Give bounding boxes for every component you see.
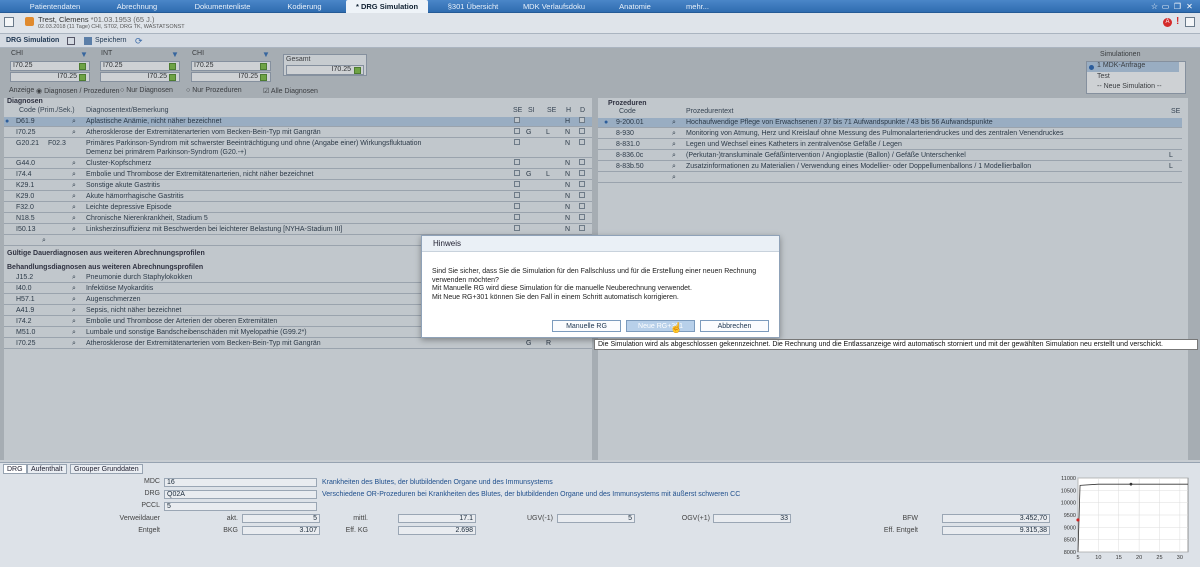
x-tick-label: 10 xyxy=(1095,555,1101,561)
tab-grouper-grunddaten[interactable]: Grouper Grunddaten xyxy=(70,464,143,474)
mdc-field: 16 xyxy=(164,478,317,487)
akt-field: 5 xyxy=(242,514,320,523)
bkg-field: 3.107 xyxy=(242,526,320,535)
drg-text: Verschiedene OR-Prozeduren bei Krankheit… xyxy=(322,491,741,498)
tab-abrechnung[interactable]: Abrechnung xyxy=(102,0,172,13)
close-icon[interactable]: ✕ xyxy=(1185,2,1194,11)
tab-patientendaten[interactable]: Patientendaten xyxy=(20,0,90,13)
mdc-text: Krankheiten des Blutes, der blutbildende… xyxy=(322,479,553,486)
akt-label: akt. xyxy=(226,515,238,522)
save-button[interactable]: Speichern xyxy=(95,37,127,44)
mittl-label: mittl. xyxy=(353,515,368,522)
y-tick-label: 8000 xyxy=(1064,550,1076,556)
tab-mdk-verlaufsdoku[interactable]: MDK Verlaufsdoku xyxy=(514,0,594,13)
ogv-field: 33 xyxy=(713,514,791,523)
entgelt-label: Entgelt xyxy=(138,527,160,534)
tab-301-uebersicht[interactable]: §301 Übersicht xyxy=(438,0,508,13)
x-tick-label: 25 xyxy=(1156,555,1162,561)
drg-label: DRG xyxy=(144,490,160,497)
pccl-label: PCCL xyxy=(141,502,160,509)
restore-icon[interactable]: ❐ xyxy=(1173,2,1182,11)
tab-mehr[interactable]: mehr... xyxy=(675,0,720,13)
eff-entgelt-label: Eff. Entgelt xyxy=(883,527,918,534)
current-marker xyxy=(1076,518,1080,522)
tab-aufenthalt[interactable]: Aufenthalt xyxy=(27,464,67,474)
eff-entgelt-field: 9.315,38 xyxy=(942,526,1050,535)
x-tick-label: 5 xyxy=(1076,555,1079,561)
y-tick-label: 9500 xyxy=(1064,513,1076,519)
mean-marker xyxy=(1129,482,1133,486)
save-icon[interactable] xyxy=(84,37,92,45)
x-tick-label: 30 xyxy=(1177,555,1183,561)
tab-anatomie[interactable]: Anatomie xyxy=(605,0,665,13)
tab-dokumentenliste[interactable]: Dokumentenliste xyxy=(185,0,260,13)
simulation-toolbar: DRG Simulation Speichern ⟳ xyxy=(0,34,1200,48)
tab-drg-simulation[interactable]: * DRG Simulation xyxy=(346,0,428,13)
mittl-field: 17.1 xyxy=(398,514,476,523)
y-tick-label: 11000 xyxy=(1061,476,1076,482)
patient-name: Trest, Clemens *01.03.1953 (65 J.) xyxy=(38,15,155,24)
drg-field: Q02A xyxy=(164,490,317,499)
refresh-icon[interactable]: ⟳ xyxy=(135,36,143,47)
patient-icon xyxy=(25,17,34,26)
effkg-label: Eff. KG xyxy=(345,527,368,534)
y-tick-label: 10000 xyxy=(1061,501,1076,507)
hinweis-dialog: Hinweis Sind Sie sicher, dass Sie die Si… xyxy=(421,235,780,338)
warning-icon[interactable]: ! xyxy=(1176,16,1179,27)
mdc-label: MDC xyxy=(144,478,160,485)
pccl-field: 5 xyxy=(164,502,317,511)
alert-icon[interactable]: A xyxy=(1163,18,1172,27)
bkg-label: BKG xyxy=(223,527,238,534)
manuelle-rg-button[interactable]: Manuelle RG xyxy=(552,320,621,332)
y-tick-label: 8500 xyxy=(1064,538,1076,544)
y-tick-label: 9000 xyxy=(1064,525,1076,531)
patient-details: 02.03.2018 (11 Tage) CHI, ST02, DRG TK, … xyxy=(38,24,185,30)
ugv-field: 5 xyxy=(557,514,635,523)
top-tab-bar: Patientendaten Abrechnung Dokumentenlist… xyxy=(0,0,1200,13)
list-icon[interactable] xyxy=(1185,17,1195,27)
dialog-title: Hinweis xyxy=(422,236,779,252)
effkg-field: 2.698 xyxy=(398,526,476,535)
abbrechen-button[interactable]: Abbrechen xyxy=(700,320,769,332)
panel-title: DRG Simulation xyxy=(6,37,60,44)
neue-rg-301-button[interactable]: Neue RG+301 xyxy=(626,320,695,332)
window-icon[interactable]: ▭ xyxy=(1161,2,1170,11)
patient-bar: Trest, Clemens *01.03.1953 (65 J.) 02.03… xyxy=(0,13,1200,34)
los-chart: 11000 10500 10000 9500 9000 8500 80005 10 15 20 25… xyxy=(1061,476,1189,561)
folder-icon[interactable] xyxy=(4,17,14,27)
expand-icon[interactable] xyxy=(67,37,75,45)
bfw-label: BFW xyxy=(902,515,918,522)
x-tick-label: 20 xyxy=(1136,555,1142,561)
bfw-field: 3.452,70 xyxy=(942,514,1050,523)
ugv-label: UGV(-1) xyxy=(526,515,553,522)
dialog-message: Sind Sie sicher, dass Sie die Simulation… xyxy=(432,268,757,301)
bottom-panel: DRG Aufenthalt Grouper Grunddaten MDC 16… xyxy=(0,462,1200,567)
tab-drg[interactable]: DRG xyxy=(3,464,27,474)
verweildauer-label: Verweildauer xyxy=(119,515,160,522)
y-tick-label: 10500 xyxy=(1061,488,1076,494)
tab-kodierung[interactable]: Kodierung xyxy=(272,0,337,13)
hand-cursor-icon: ☝ xyxy=(670,323,683,334)
ogv-label: OGV(+1) xyxy=(681,515,710,522)
tooltip: Die Simulation wird als abgeschlossen ge… xyxy=(594,339,1198,350)
star-icon[interactable]: ☆ xyxy=(1150,2,1159,11)
x-tick-label: 15 xyxy=(1116,555,1122,561)
